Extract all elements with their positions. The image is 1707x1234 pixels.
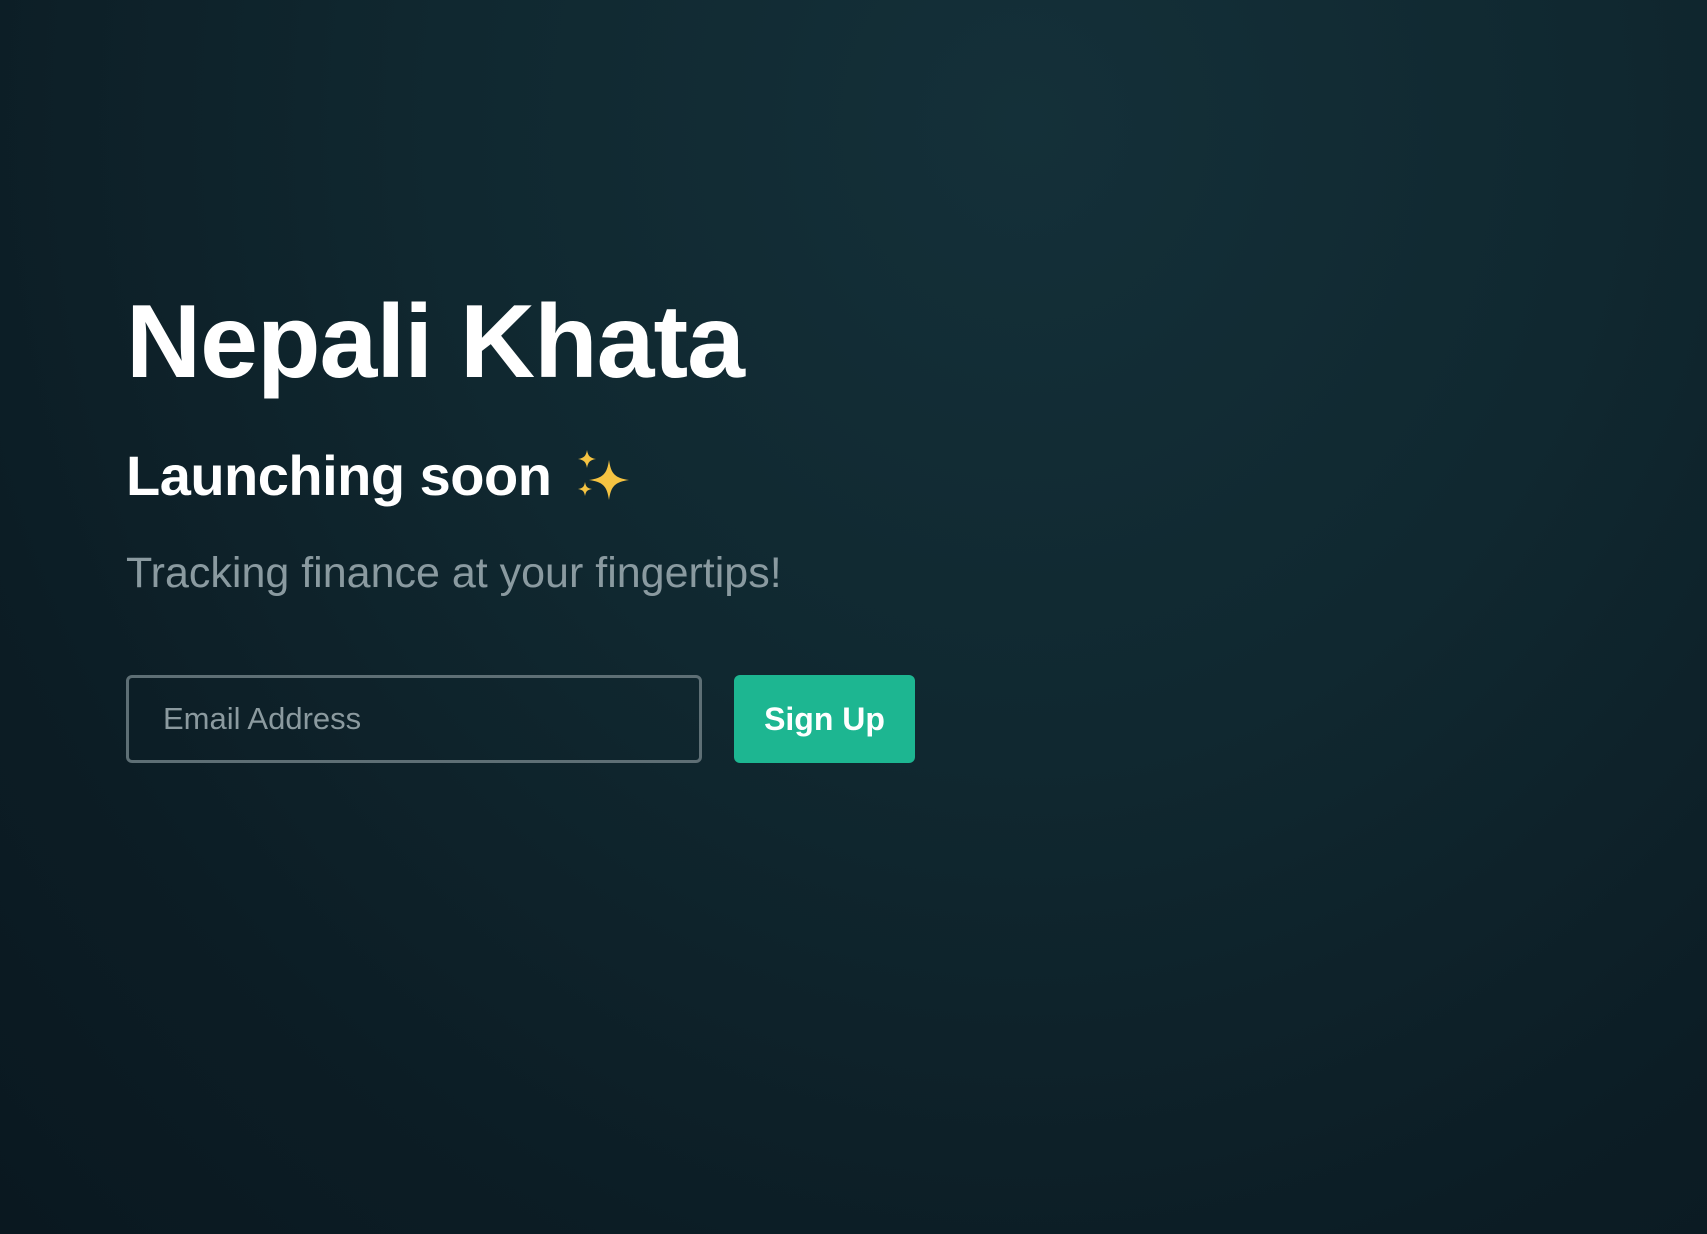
- hero-section: Nepali Khata Launching soon Tracking fin…: [126, 290, 915, 763]
- launching-soon-text: Launching soon: [126, 444, 552, 507]
- email-field[interactable]: [126, 675, 702, 763]
- tagline: Tracking finance at your fingertips!: [126, 549, 782, 597]
- page-title: Nepali Khata: [126, 284, 745, 400]
- signup-button[interactable]: Sign Up: [734, 675, 915, 763]
- signup-form: Sign Up: [126, 675, 915, 763]
- sparkles-icon: [573, 446, 633, 506]
- launching-soon-heading: Launching soon: [126, 446, 915, 506]
